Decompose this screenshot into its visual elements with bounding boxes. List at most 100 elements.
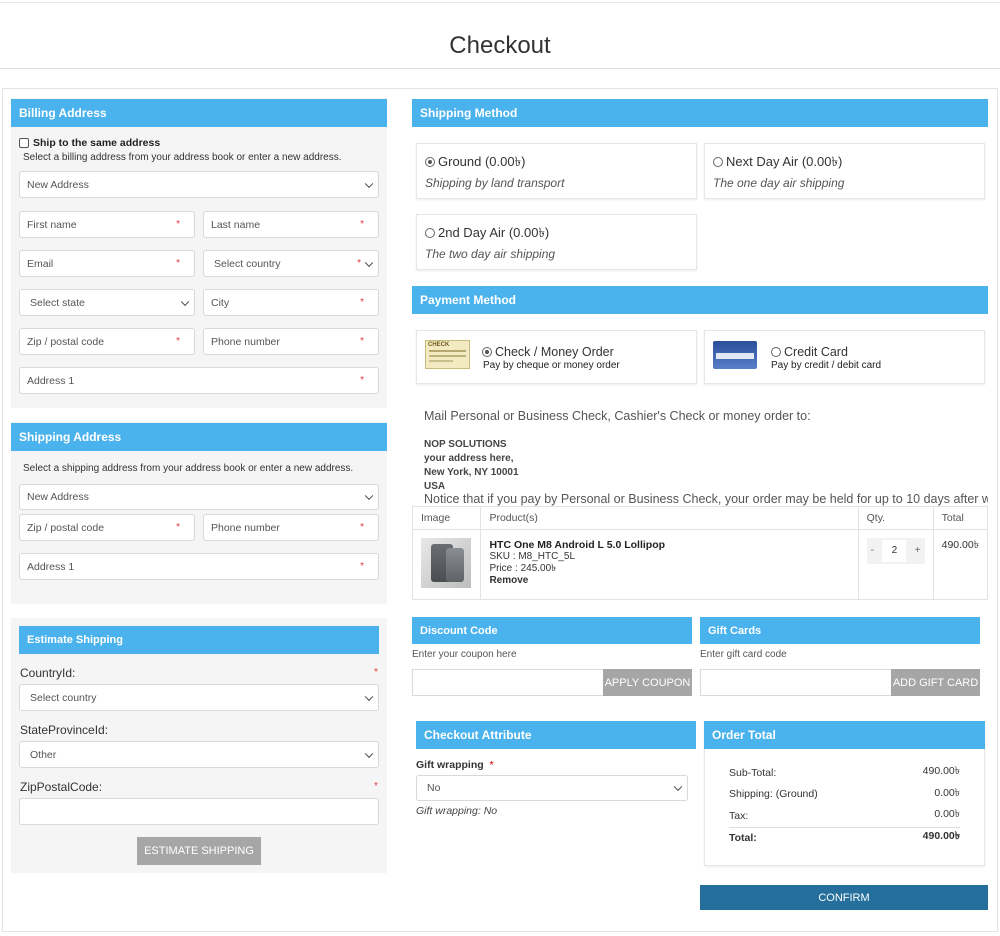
add-gift-card-button[interactable]: ADD GIFT CARD <box>891 669 980 696</box>
billing-state-select[interactable]: Select state <box>19 289 195 316</box>
shipping-address-header: Shipping Address <box>11 423 387 451</box>
shipping-address1-field[interactable]: Address 1 * <box>19 553 379 580</box>
payment-address: NOP SOLUTIONS your address here, New Yor… <box>424 439 519 492</box>
radio-selected-icon[interactable] <box>482 347 492 357</box>
gift-card-input[interactable] <box>700 669 892 696</box>
product-image-cell <box>413 529 482 599</box>
estimate-header: Estimate Shipping <box>19 626 379 654</box>
qty-minus-button[interactable]: - <box>871 545 874 556</box>
payment-notice: Notice that if you pay by Personal or Bu… <box>424 492 988 506</box>
shipping-phone-field[interactable]: Phone number * <box>203 514 379 541</box>
top-divider <box>0 2 1000 3</box>
total-row: Total: 490.00৳ <box>729 826 960 849</box>
page-title: Checkout <box>449 32 551 59</box>
check-image-icon: CHECK <box>425 340 470 369</box>
radio-icon[interactable] <box>771 347 781 357</box>
estimate-shipping-button[interactable]: ESTIMATE SHIPPING <box>137 837 261 865</box>
required-mark: * <box>176 336 180 347</box>
gift-wrapping-label: Gift wrapping * <box>416 759 494 771</box>
remove-link[interactable]: Remove <box>489 575 849 587</box>
total-cell: 490.00৳ <box>941 538 979 551</box>
order-total-rows: Sub-Total: 490.00৳ Shipping: (Ground) 0.… <box>729 762 960 848</box>
product-sku: SKU : M8_HTC_5L <box>489 550 576 562</box>
confirm-button[interactable]: CONFIRM <box>700 885 988 910</box>
required-mark: * <box>360 561 364 572</box>
required-mark: * <box>360 219 364 230</box>
coupon-input[interactable] <box>412 669 604 696</box>
qty-plus-button[interactable]: + <box>915 545 921 556</box>
same-address-label: Ship to the same address <box>33 137 161 149</box>
col-image: Image <box>413 507 482 530</box>
required-mark: * <box>176 219 180 230</box>
col-total: Total <box>933 507 987 530</box>
subtotal-row: Sub-Total: 490.00৳ <box>729 765 960 779</box>
shipping-option-2nd-day[interactable]: 2nd Day Air (0.00৳) The two day air ship… <box>416 214 697 270</box>
gift-cards-header: Gift Cards <box>700 617 980 644</box>
col-products: Product(s) <box>480 507 859 530</box>
required-mark: * <box>360 522 364 533</box>
shipping-row: Shipping: (Ground) 0.00৳ <box>729 786 960 801</box>
same-address-row[interactable]: Ship to the same address <box>19 137 160 149</box>
same-address-checkbox[interactable] <box>19 138 29 148</box>
discount-hint: Enter your coupon here <box>412 649 517 660</box>
cart-header-row: Image Product(s) Qty. Total <box>413 507 987 530</box>
chevron-down-icon <box>364 258 374 267</box>
shipping-option-ground[interactable]: Ground (0.00৳) Shipping by land transpor… <box>416 143 697 199</box>
estimate-state-select[interactable]: Other <box>19 741 379 768</box>
city-field[interactable]: City * <box>203 289 379 316</box>
shipping-zip-field[interactable]: Zip / postal code * <box>19 514 195 541</box>
email-field[interactable]: Email * <box>19 250 195 277</box>
billing-country-select[interactable]: Select country * <box>203 250 379 277</box>
required-mark: * <box>357 258 361 269</box>
radio-icon[interactable] <box>425 228 435 238</box>
cart-table: Image Product(s) Qty. Total HTC One M8 A… <box>412 506 988 600</box>
shipping-address-select[interactable]: New Address <box>19 484 379 510</box>
product-price: Price : 245.00৳ <box>489 562 557 574</box>
billing-header: Billing Address <box>11 99 387 127</box>
gift-wrapping-select[interactable]: No <box>416 775 688 801</box>
checkout-attribute-header: Checkout Attribute <box>416 721 696 749</box>
chevron-down-icon <box>364 491 374 501</box>
order-total-header: Order Total <box>704 721 985 749</box>
payment-info-line: Mail Personal or Business Check, Cashier… <box>424 409 811 423</box>
table-row: HTC One M8 Android L 5.0 Lollipop SKU : … <box>413 529 987 599</box>
payment-option-check[interactable]: CHECK Check / Money Order Pay by cheque … <box>416 330 697 384</box>
first-name-field[interactable]: First name * <box>19 211 195 238</box>
billing-phone-field[interactable]: Phone number * <box>203 328 379 355</box>
chevron-down-icon <box>364 749 374 758</box>
billing-zip-field[interactable]: Zip / postal code * <box>19 328 195 355</box>
tax-row: Tax: 0.00৳ <box>729 808 960 822</box>
shipping-option-next-day[interactable]: Next Day Air (0.00৳) The one day air shi… <box>704 143 985 199</box>
state-label: StateProvinceId: <box>20 723 109 737</box>
estimate-country-select[interactable]: Select country <box>19 684 379 711</box>
required-mark: * <box>176 522 180 533</box>
gift-wrapping-summary: Gift wrapping: No <box>416 805 498 817</box>
required-mark: * <box>360 375 364 386</box>
zip-label: ZipPostalCode: <box>20 780 103 794</box>
qty-cell: - 2 + <box>858 529 934 599</box>
required-mark: * <box>489 760 494 771</box>
product-image[interactable] <box>421 537 471 588</box>
last-name-field[interactable]: Last name * <box>203 211 379 238</box>
product-name[interactable]: HTC One M8 Android L 5.0 Lollipop <box>489 539 849 551</box>
product-info-cell: HTC One M8 Android L 5.0 Lollipop SKU : … <box>480 529 859 599</box>
billing-address1-field[interactable]: Address 1 * <box>19 367 379 394</box>
quantity-stepper: - 2 + <box>866 537 925 564</box>
required-mark: * <box>176 258 180 269</box>
radio-selected-icon[interactable] <box>425 157 435 167</box>
payment-method-header: Payment Method <box>412 286 988 314</box>
shipping-address-hint: Select a shipping address from your addr… <box>23 463 354 474</box>
title-divider <box>0 68 1000 69</box>
required-mark: * <box>360 336 364 347</box>
discount-header: Discount Code <box>412 617 692 644</box>
billing-address-select[interactable]: New Address <box>19 171 379 198</box>
apply-coupon-button[interactable]: APPLY COUPON <box>603 669 692 696</box>
country-label: CountryId: <box>20 666 76 680</box>
radio-icon[interactable] <box>713 157 723 167</box>
chevron-down-icon <box>364 692 374 701</box>
qty-input[interactable]: 2 <box>882 539 907 562</box>
payment-option-credit-card[interactable]: Credit Card Pay by credit / debit card <box>704 330 985 384</box>
chevron-down-icon <box>673 782 683 792</box>
required-mark: * <box>374 781 378 792</box>
estimate-zip-input[interactable] <box>19 798 379 825</box>
